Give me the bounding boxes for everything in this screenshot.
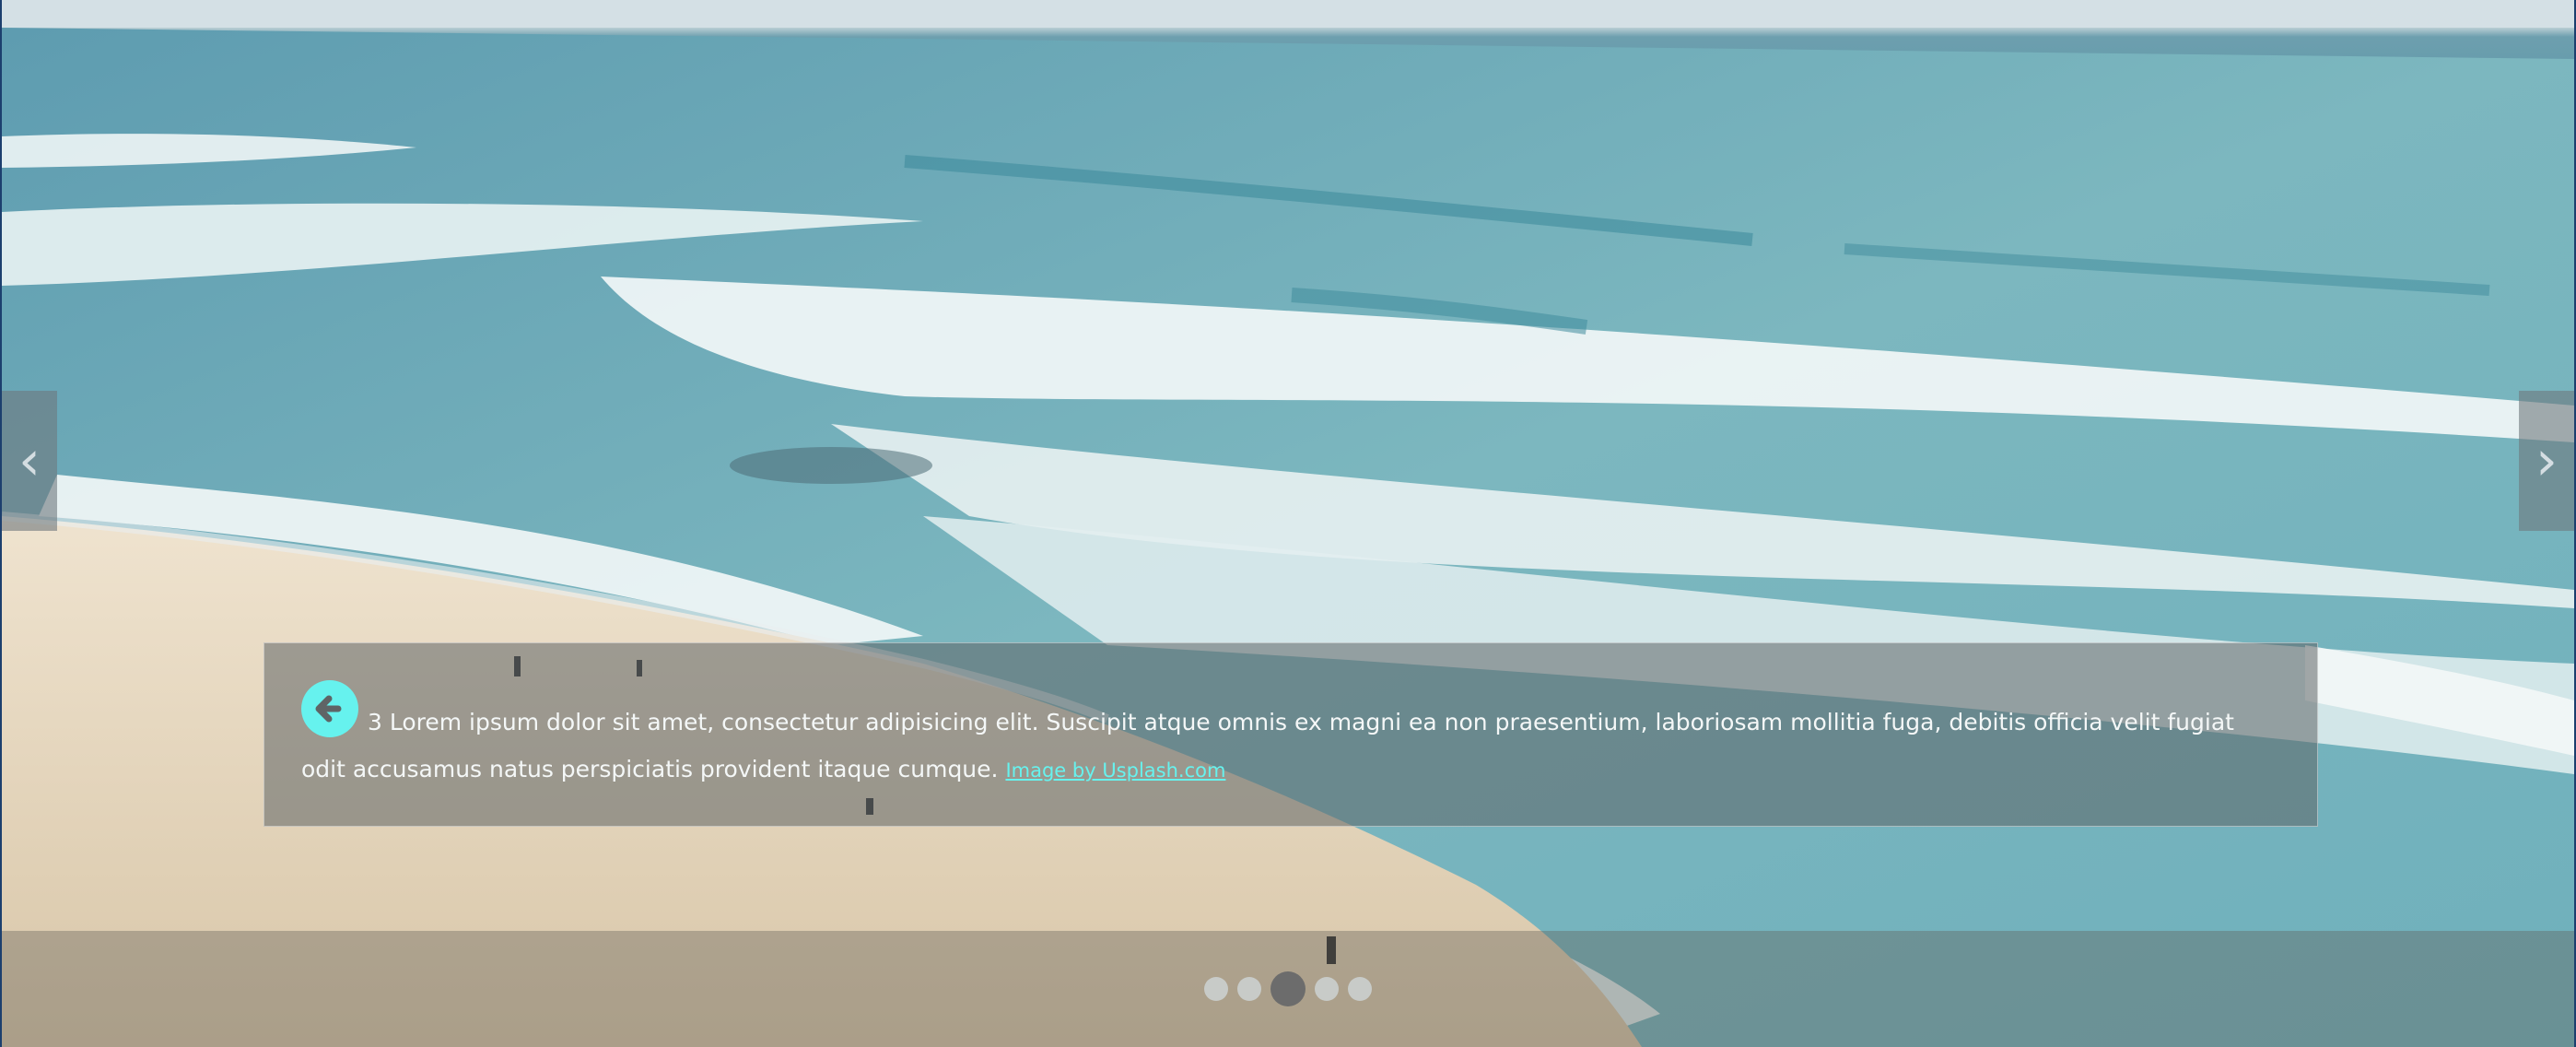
- caption-text: 3 Lorem ipsum dolor sit amet, consectetu…: [301, 709, 2234, 782]
- image-carousel: ‹ › 3 Lorem ipsum dolor sit amet, consec…: [2, 0, 2574, 1047]
- arrow-left-circle-icon[interactable]: [301, 680, 358, 737]
- chevron-left-icon: ‹: [18, 429, 41, 493]
- indicator-dot-5[interactable]: [1348, 977, 1372, 1001]
- indicator-dot-2[interactable]: [1237, 977, 1261, 1001]
- indicator-dot-3-active[interactable]: [1270, 971, 1306, 1006]
- slide-caption: 3 Lorem ipsum dolor sit amet, consectetu…: [263, 642, 2318, 827]
- carousel-indicators: [2, 971, 2574, 1006]
- next-slide-button[interactable]: ›: [2519, 391, 2574, 531]
- carousel-indicator-bar: [2, 931, 2574, 1047]
- indicator-dot-4[interactable]: [1315, 977, 1339, 1001]
- chevron-right-icon: ›: [2535, 429, 2558, 493]
- previous-slide-button[interactable]: ‹: [2, 391, 57, 531]
- image-credit-link[interactable]: Image by Usplash.com: [1005, 759, 1225, 782]
- beach-background-image: [2, 0, 2574, 1047]
- indicator-dot-1[interactable]: [1204, 977, 1228, 1001]
